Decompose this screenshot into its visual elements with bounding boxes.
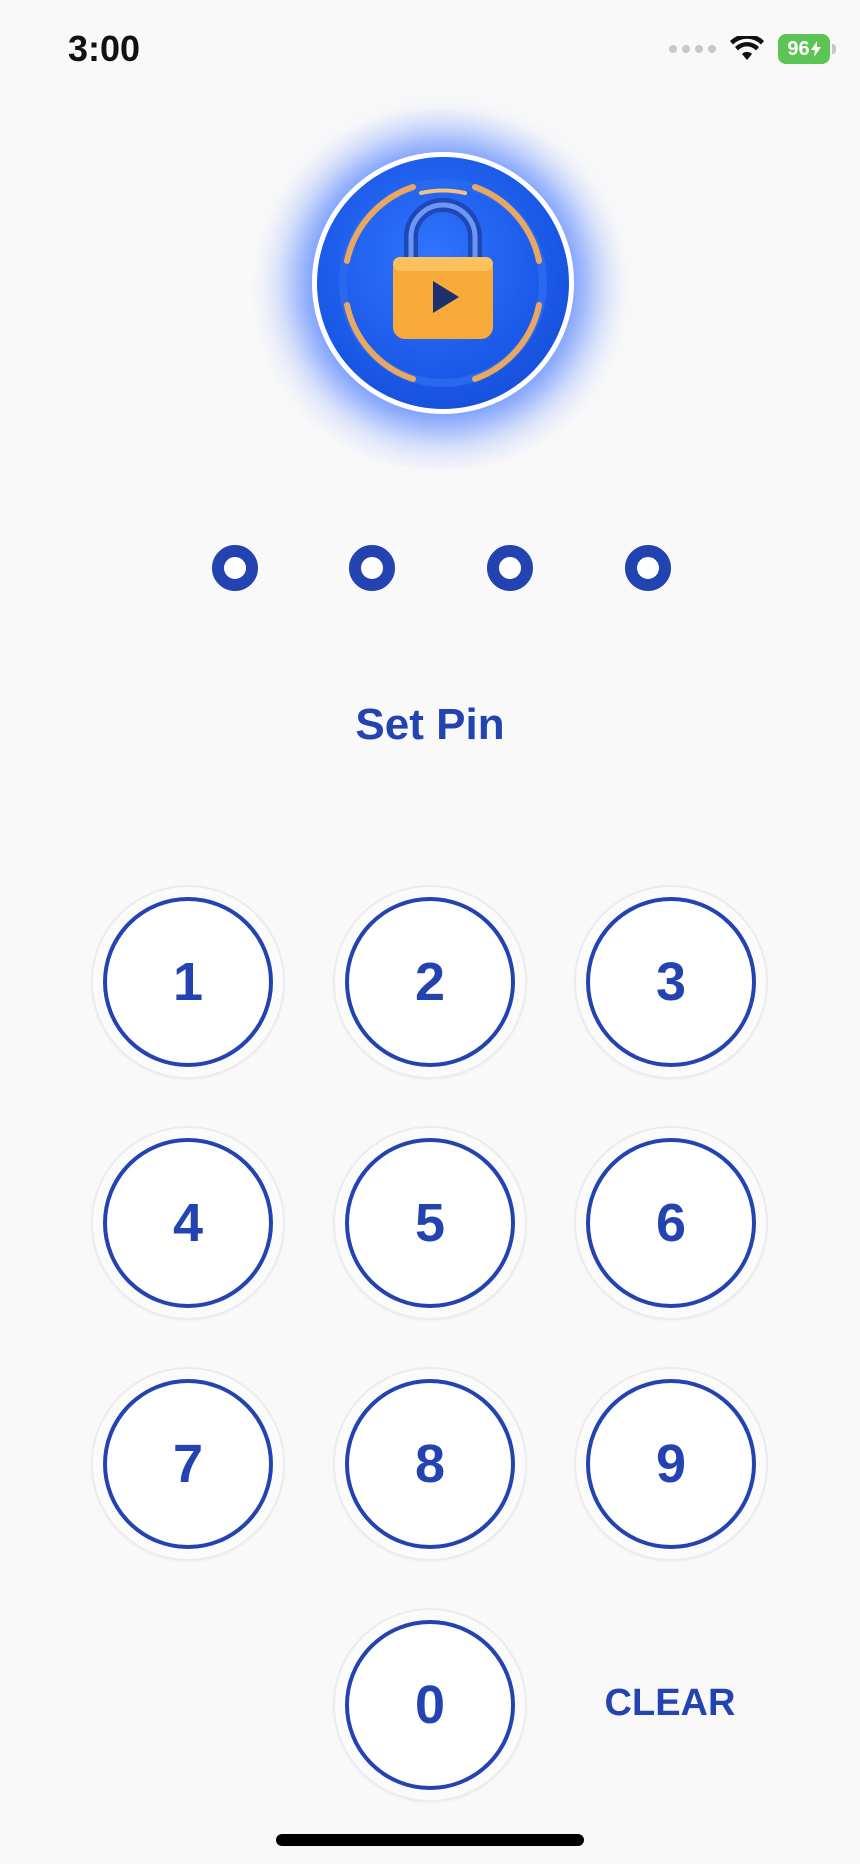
- lock-play-icon: [339, 179, 547, 387]
- key-2[interactable]: 2: [333, 885, 527, 1079]
- pin-dot: [212, 545, 258, 591]
- status-time: 3:00: [68, 28, 141, 69]
- key-1[interactable]: 1: [91, 885, 285, 1079]
- key-label: 9: [586, 1379, 756, 1549]
- key-4[interactable]: 4: [91, 1126, 285, 1320]
- key-label: 1: [103, 897, 273, 1067]
- charging-bolt-icon: [810, 41, 821, 57]
- key-7[interactable]: 7: [91, 1367, 285, 1561]
- signal-icon: [669, 45, 716, 53]
- app-logo: [312, 152, 574, 414]
- key-6[interactable]: 6: [574, 1126, 768, 1320]
- status-icons: 96: [669, 34, 836, 64]
- page-title: Set Pin: [355, 700, 505, 749]
- pin-screen: 3:00 96 Set Pin 1 2 3 4 5 6 7 8 9 0 CLEA…: [0, 0, 860, 1864]
- home-indicator[interactable]: [276, 1834, 584, 1846]
- key-label: 3: [586, 897, 756, 1067]
- key-8[interactable]: 8: [333, 1367, 527, 1561]
- key-label: 2: [345, 897, 515, 1067]
- key-5[interactable]: 5: [333, 1126, 527, 1320]
- battery-icon: 96: [778, 34, 836, 64]
- pin-dot: [625, 545, 671, 591]
- key-label: 6: [586, 1138, 756, 1308]
- battery-level: 96: [787, 37, 810, 60]
- key-label: 7: [103, 1379, 273, 1549]
- pin-indicator: [0, 545, 860, 591]
- clear-button[interactable]: CLEAR: [590, 1682, 750, 1732]
- status-bar: 3:00 96: [0, 0, 860, 100]
- key-9[interactable]: 9: [574, 1367, 768, 1561]
- key-0[interactable]: 0: [333, 1608, 527, 1802]
- wifi-icon: [730, 36, 764, 60]
- key-label: 5: [345, 1138, 515, 1308]
- key-label: 8: [345, 1379, 515, 1549]
- pin-dot: [487, 545, 533, 591]
- key-label: 0: [345, 1620, 515, 1790]
- key-label: 4: [103, 1138, 273, 1308]
- key-3[interactable]: 3: [574, 885, 768, 1079]
- pin-dot: [349, 545, 395, 591]
